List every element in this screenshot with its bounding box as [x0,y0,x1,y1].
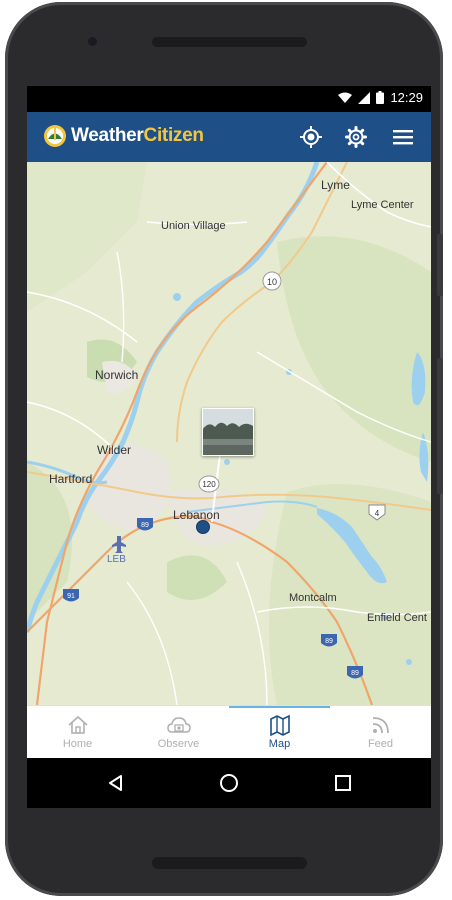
brand-weather: Weather [71,125,144,146]
map-label-montcalm: Montcalm [289,592,337,604]
front-camera [88,37,97,46]
interstate-89-shield-c: 89 [347,666,363,679]
route-120-label: 120 [202,480,216,489]
tab-feed-label: Feed [367,738,394,750]
map-label-lyme-center: Lyme Center [351,199,414,211]
signal-icon [358,91,371,104]
map-label-wilder: Wilder [97,443,132,457]
map-icon [269,714,290,736]
recents-button[interactable] [331,771,355,795]
map-label-union-village: Union Village [161,220,226,232]
screen: 12:29 WeatherCitizen 10 120 4 89 89 89 9… [27,86,431,808]
tab-map-label: Map [268,738,291,750]
tab-observe-label: Observe [157,738,200,750]
camera-cloud-icon [166,717,191,733]
interstate-89-shield-a: 89 [137,518,153,531]
battery-icon [376,91,385,104]
map-view[interactable]: 10 120 4 89 89 89 91 Lyme Lyme Center Un… [27,162,431,705]
earpiece-speaker [152,37,307,47]
i89-a-label: 89 [141,522,149,529]
home-system-button[interactable] [217,771,241,795]
home-icon [67,715,88,734]
map-label-lyme: Lyme [321,178,350,192]
map-label-norwich: Norwich [95,368,139,382]
status-time: 12:29 [390,90,423,105]
i91-label: 91 [67,593,75,600]
phone-frame: 12:29 WeatherCitizen 10 120 4 89 89 89 9… [5,2,443,896]
system-navigation-bar [27,758,431,808]
observation-photo-marker[interactable] [202,408,254,456]
interstate-89-shield-b: 89 [321,634,337,647]
map-label-hartford: Hartford [49,472,93,486]
i89-c-label: 89 [351,670,359,677]
settings-button[interactable] [343,124,369,150]
map-label-leb-airport: LEB [107,554,126,565]
status-bar: 12:29 [27,86,431,112]
app-logo: WeatherCitizen [43,124,204,148]
recents-square-icon [335,775,351,791]
tab-home[interactable]: Home [27,706,128,759]
weathercitizen-logo-icon [44,125,66,147]
back-triangle-icon [109,775,122,791]
volume-button [437,234,443,296]
interstate-91-shield: 91 [63,589,79,602]
location-target-icon [300,126,322,148]
i89-b-label: 89 [325,638,333,645]
gear-icon [345,126,367,148]
current-location-dot [196,520,210,534]
route-120-shield: 120 [198,475,220,493]
tab-home-label: Home [62,738,93,750]
tab-feed[interactable]: Feed [330,706,431,759]
observation-thumbnail [203,409,253,455]
route-4-label: 4 [375,509,380,518]
power-button [437,358,443,494]
wifi-icon [338,92,353,103]
my-location-button[interactable] [298,124,324,150]
bottom-navigation: Home Observe Map Feed [27,705,431,759]
map-label-lebanon: Lebanon [173,508,220,522]
menu-button[interactable] [390,124,416,150]
map-label-enfield-center: Enfield Cent [367,612,427,624]
menu-icon [393,130,413,145]
rss-feed-icon [372,717,389,734]
route-10-label: 10 [267,277,277,287]
tab-observe[interactable]: Observe [128,706,229,759]
tab-map[interactable]: Map [229,706,330,759]
app-bar: WeatherCitizen [27,112,431,162]
back-button[interactable] [104,771,128,795]
brand-citizen: Citizen [143,125,204,146]
route-10-shield: 10 [262,271,282,291]
bottom-speaker [152,857,307,869]
home-circle-icon [220,774,238,792]
